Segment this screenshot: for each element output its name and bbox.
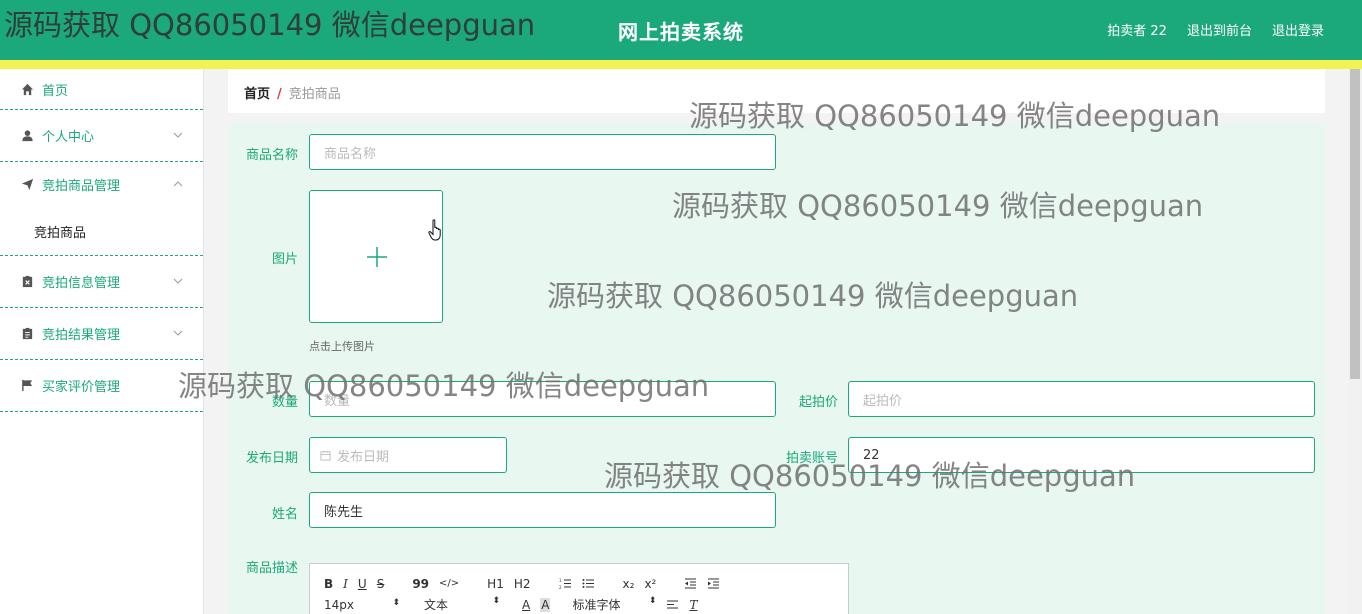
font-color-icon[interactable]: A [522,598,530,612]
breadcrumb-current: 竞拍商品 [288,87,341,102]
code-button[interactable]: </> [439,578,459,589]
clipboard-x-icon [20,275,34,289]
plus-icon [367,247,387,267]
font-size-value: 14px [324,597,354,612]
seller-name-label: 姓名 [271,507,298,522]
scrollbar-thumb[interactable] [1350,69,1360,379]
chevron-up-icon [173,180,183,186]
rich-text-editor[interactable]: B I U S 99 </> H1 H2 12 x₂ x² 14px ⬍ 文本 ⬍ … [309,563,849,614]
breadcrumb: 首页 / 竞拍商品 [228,69,1325,113]
sidebar: 首页 个人中心 竞拍商品管理 竞拍商品 竞拍信息管理 竞拍结果管理 买家评价管理 [0,69,204,614]
clear-format-icon[interactable]: T [689,598,697,612]
description-label: 商品描述 [245,561,298,576]
chevron-down-icon [173,132,183,138]
home-icon [20,82,34,96]
goods-name-input[interactable]: 商品名称 [309,134,776,170]
sidebar-item-label: 竞拍信息管理 [42,276,121,291]
flag-icon [20,379,34,393]
strike-button[interactable]: S [377,577,385,591]
chevron-down-icon [173,330,183,336]
header-select[interactable]: 文本 ⬍ [424,596,500,613]
outdent-icon[interactable] [684,578,697,589]
send-icon [20,178,34,192]
sidebar-item-home[interactable]: 首页 [0,69,203,110]
blockquote-button[interactable]: 99 [412,577,429,591]
breadcrumb-home[interactable]: 首页 [244,87,270,102]
quantity-label: 数量 [271,395,298,410]
sidebar-item-personal-center[interactable]: 个人中心 [0,110,203,162]
sidebar-item-label: 买家评价管理 [42,380,121,395]
image-upload[interactable] [309,190,443,323]
image-label: 图片 [271,252,298,267]
bullet-list-icon[interactable] [582,578,595,589]
font-size-select[interactable]: 14px ⬍ [324,598,400,612]
goods-form: 商品名称 商品名称 图片 点击上传图片 数量 数量 起拍价 起拍价 发布日期 发… [228,123,1325,614]
scrollbar[interactable] [1348,69,1362,614]
breadcrumb-separator: / [277,87,282,102]
seller-account-input[interactable]: 22 [848,437,1315,473]
header-stripe [0,60,1362,69]
indent-icon[interactable] [707,578,720,589]
svg-text:2: 2 [559,585,562,589]
ordered-list-icon[interactable]: 12 [559,578,572,589]
italic-button[interactable]: I [343,577,348,591]
h2-button[interactable]: H2 [514,577,531,591]
sidebar-item-label: 首页 [42,83,69,99]
background-color-icon[interactable]: A [540,597,551,612]
font-family-select[interactable]: 标准字体 ⬍ [572,596,656,613]
sidebar-item-label: 个人中心 [42,130,95,145]
sidebar-item-buyer-review[interactable]: 买家评价管理 [0,360,203,412]
sidebar-item-auction-result[interactable]: 竞拍结果管理 [0,308,203,360]
top-header: 网上拍卖系统 拍卖者 22 退出到前台 退出登录 [0,0,1362,60]
font-family-value: 标准字体 [572,598,621,612]
editor-toolbar-row-2: 14px ⬍ 文本 ⬍ A A 标准字体 ⬍ T [310,594,848,614]
sidebar-item-label: 竞拍商品管理 [42,179,121,194]
select-arrow-icon: ⬍ [392,597,400,608]
hand-cursor-icon [428,219,441,241]
bold-button[interactable]: B [324,577,333,591]
header-value: 文本 [424,598,449,612]
upload-hint: 点击上传图片 [309,340,375,353]
seller-name-input[interactable]: 陈先生 [309,492,776,528]
svg-text:1: 1 [559,578,562,583]
seller-account-label: 拍卖账号 [785,451,838,466]
align-icon[interactable] [666,599,679,610]
chevron-down-icon [173,278,183,284]
underline-button[interactable]: U [358,577,367,591]
sidebar-item-auction-goods[interactable]: 竞拍商品管理 [0,162,203,207]
sidebar-item-auction-info[interactable]: 竞拍信息管理 [0,256,203,308]
goods-name-label: 商品名称 [245,148,298,163]
editor-toolbar-row-1: B I U S 99 </> H1 H2 12 x₂ x² [310,573,848,594]
h1-button[interactable]: H1 [487,577,504,591]
current-user: 拍卖者 22 [1107,24,1167,39]
user-icon [20,129,34,143]
back-to-front-link[interactable]: 退出到前台 [1187,20,1252,39]
header-actions: 拍卖者 22 退出到前台 退出登录 [1107,20,1324,39]
start-price-label: 起拍价 [798,395,838,410]
sidebar-subitem-label: 竞拍商品 [34,225,87,241]
superscript-button[interactable]: x² [644,577,656,591]
clipboard-icon [20,327,34,341]
select-arrow-icon: ⬍ [492,596,500,606]
select-arrow-icon: ⬍ [648,596,657,606]
logout-link[interactable]: 退出登录 [1272,20,1324,39]
start-price-input[interactable]: 起拍价 [848,381,1315,417]
quantity-input[interactable]: 数量 [309,381,776,417]
publish-date-input[interactable]: 发布日期 [309,437,507,473]
publish-date-placeholder: 发布日期 [337,449,390,465]
sidebar-subitem-auction-goods[interactable]: 竞拍商品 [0,207,203,256]
subscript-button[interactable]: x₂ [623,577,635,591]
calendar-icon [320,450,331,461]
publish-date-label: 发布日期 [245,451,298,466]
sidebar-item-label: 竞拍结果管理 [42,328,121,343]
